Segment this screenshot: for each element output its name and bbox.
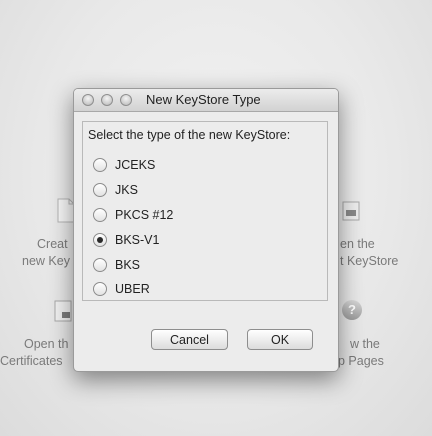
option-pkcs12[interactable]: PKCS #12 xyxy=(93,206,173,224)
option-label: JCEKS xyxy=(115,158,156,172)
keystore-type-group: Select the type of the new KeyStore: JCE… xyxy=(82,121,328,301)
option-label: BKS-V1 xyxy=(115,233,160,247)
minimize-window-button[interactable] xyxy=(101,94,113,106)
radio-button-selected[interactable] xyxy=(93,233,107,247)
option-jks[interactable]: JKS xyxy=(93,181,138,199)
radio-button[interactable] xyxy=(93,158,107,172)
option-label: UBER xyxy=(115,282,150,296)
close-window-button[interactable] xyxy=(82,94,94,106)
open-keystore-text[interactable]: en the t KeyStore xyxy=(340,236,398,270)
option-label: BKS xyxy=(115,258,141,272)
option-bks[interactable]: BKS xyxy=(93,256,140,274)
title-bar[interactable]: New KeyStore Type xyxy=(74,89,338,112)
option-uber[interactable]: UBER xyxy=(93,280,150,298)
help-pages-text[interactable]: w the p Pages xyxy=(338,336,384,370)
option-bks-v1[interactable]: BKS-V1 xyxy=(93,231,159,249)
ok-button[interactable]: OK xyxy=(247,329,313,350)
option-label: PKCS #12 xyxy=(115,208,174,222)
option-label: JKS xyxy=(115,183,138,197)
create-keystore-text[interactable]: Creat new Key xyxy=(22,236,70,270)
help-icon: ? xyxy=(342,300,362,320)
cancel-button[interactable]: Cancel xyxy=(151,329,228,350)
dialog-title: New KeyStore Type xyxy=(146,92,261,107)
radio-button[interactable] xyxy=(93,208,107,222)
open-certificates-text[interactable]: Open th Certificates xyxy=(0,336,68,370)
keystore-type-prompt: Select the type of the new KeyStore: xyxy=(88,128,291,142)
option-jceks[interactable]: JCEKS xyxy=(93,156,155,174)
radio-button[interactable] xyxy=(93,282,107,296)
keystore-icon xyxy=(342,201,360,221)
certificate-icon xyxy=(54,300,72,322)
new-keystore-type-dialog: New KeyStore Type Select the type of the… xyxy=(73,88,339,372)
zoom-window-button[interactable] xyxy=(120,94,132,106)
radio-button[interactable] xyxy=(93,258,107,272)
radio-button[interactable] xyxy=(93,183,107,197)
